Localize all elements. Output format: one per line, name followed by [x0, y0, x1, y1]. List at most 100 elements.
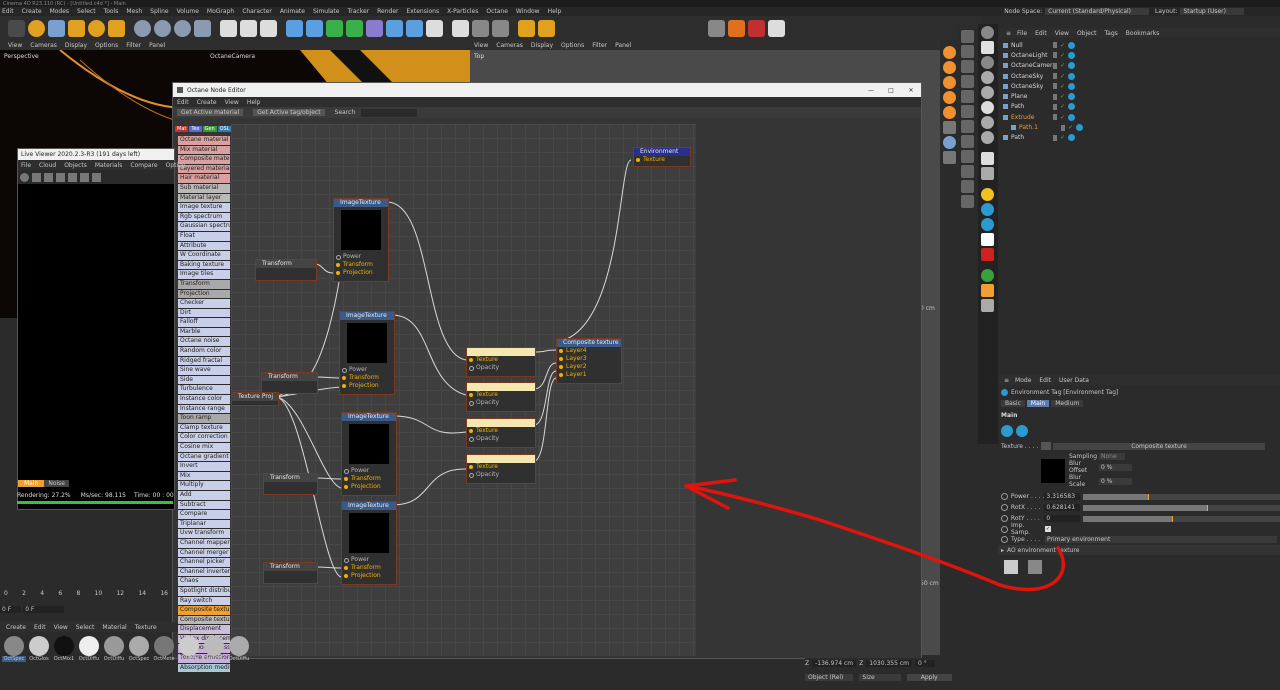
node-list-item[interactable]: Absorption medium: [178, 663, 230, 674]
material-swatch[interactable]: OctMix1: [52, 636, 76, 662]
world-coord-icon[interactable]: [194, 19, 211, 37]
y-axis-icon[interactable]: [154, 19, 171, 37]
tab-basic[interactable]: Basic: [1001, 399, 1025, 407]
rotate-icon[interactable]: [88, 19, 105, 37]
visibility-dots[interactable]: [1053, 73, 1057, 80]
grid-icon[interactable]: [961, 165, 974, 178]
material-swatch[interactable]: OctSpec: [127, 636, 151, 662]
material-menu-item-view[interactable]: View: [54, 624, 68, 631]
object-row[interactable]: Extrude ✓: [1003, 112, 1280, 122]
layer-node[interactable]: Texture Opacity: [466, 418, 536, 448]
composite-layer1-port[interactable]: Layer1: [557, 371, 621, 379]
attr-menu-item-mode[interactable]: Mode: [1015, 377, 1031, 384]
composite-layer4-port[interactable]: Layer4: [557, 347, 621, 355]
keyframe-dot[interactable]: [1001, 535, 1008, 543]
attr-menu-item-edit[interactable]: Edit: [1039, 377, 1051, 384]
projection-port[interactable]: Projection: [334, 269, 388, 277]
live-viewer-menu-item-objects[interactable]: Objects: [64, 162, 87, 169]
menu-item-simulate[interactable]: Simulate: [313, 8, 340, 15]
octane-sphere-icon[interactable]: [943, 106, 956, 119]
object-row[interactable]: OctaneLight ✓: [1003, 50, 1280, 60]
visibility-dots[interactable]: [1053, 134, 1057, 141]
object-name[interactable]: Path.1: [1019, 124, 1061, 131]
paint-icon[interactable]: [518, 19, 535, 37]
param-slider[interactable]: [1082, 504, 1280, 511]
tag-icon[interactable]: [1076, 124, 1084, 132]
material-swatch[interactable]: OctMete: [152, 636, 176, 662]
sphere-icon[interactable]: [981, 71, 994, 84]
move-icon[interactable]: [48, 19, 65, 37]
param-slider[interactable]: [1082, 515, 1280, 522]
tag-icon[interactable]: [1068, 62, 1076, 70]
octane-sphere-icon[interactable]: [943, 91, 956, 104]
layer-node[interactable]: Texture Opacity: [466, 454, 536, 484]
material-swatch[interactable]: OctDiffu: [77, 636, 101, 662]
sun-icon[interactable]: [981, 188, 994, 201]
viewport-menu-item-panel[interactable]: Panel: [149, 42, 165, 49]
material-swatch[interactable]: OctGlos: [27, 636, 51, 662]
cube-icon[interactable]: [286, 19, 303, 37]
om-menu-item-object[interactable]: Object: [1077, 30, 1097, 37]
object-name[interactable]: Path: [1011, 134, 1053, 141]
transform-port[interactable]: Transform: [340, 374, 394, 382]
object-name[interactable]: Extrude: [1011, 114, 1053, 121]
record-icon[interactable]: [981, 248, 994, 261]
material-menu-item-create[interactable]: Create: [6, 624, 26, 631]
enabled-check-icon[interactable]: ✓: [1060, 103, 1065, 110]
power-port[interactable]: Power: [340, 366, 394, 374]
sphere-icon[interactable]: [981, 116, 994, 129]
coord-mode-select[interactable]: Object (Rel): [805, 673, 854, 681]
menu-item-x-particles[interactable]: X-Particles: [447, 8, 478, 15]
param-value[interactable]: 0.628141: [1044, 504, 1080, 511]
enabled-check-icon[interactable]: ✓: [1060, 114, 1065, 121]
array-icon[interactable]: [346, 19, 363, 37]
projection-port[interactable]: Projection: [342, 483, 396, 491]
tab-main[interactable]: Main: [18, 480, 45, 487]
scatter-icon[interactable]: [981, 269, 994, 282]
image-texture-node[interactable]: ImageTexture Power Transform Projection: [339, 311, 395, 395]
lv-save-icon[interactable]: [92, 172, 101, 182]
timeline[interactable]: 0 2 4 6 8 10 12 14 16 0 F 0 F: [0, 588, 172, 618]
scale-icon[interactable]: [68, 19, 85, 37]
grid-icon[interactable]: [961, 90, 974, 103]
enabled-check-icon[interactable]: ✓: [1060, 83, 1065, 90]
layer-opacity-port[interactable]: Opacity: [467, 471, 535, 479]
layer-node[interactable]: Texture Opacity: [466, 382, 536, 412]
layer-opacity-port[interactable]: Opacity: [467, 435, 535, 443]
menu-item-edit[interactable]: Edit: [2, 8, 14, 15]
viewport-menu-item-filter[interactable]: Filter: [126, 42, 141, 49]
enabled-check-icon[interactable]: ✓: [1060, 52, 1065, 59]
half-sphere-icon[interactable]: [981, 101, 994, 114]
ao-expand-icon[interactable]: ▸: [1001, 547, 1004, 554]
tag-icon[interactable]: [1068, 72, 1076, 80]
grid-icon[interactable]: [943, 151, 956, 164]
light-plane-icon[interactable]: [981, 233, 994, 246]
object-name[interactable]: Path: [1011, 103, 1053, 110]
material-swatch[interactable]: OctSpec: [2, 636, 26, 662]
sky-icon[interactable]: [981, 203, 994, 216]
visibility-dots[interactable]: [1053, 42, 1057, 49]
keyframe-dot[interactable]: [1001, 525, 1008, 533]
xp-tools-icon[interactable]: [472, 19, 489, 37]
texture-projection-node[interactable]: Texture Proj: [231, 392, 279, 406]
octane-render-icon[interactable]: [748, 19, 765, 37]
shuffle-icon[interactable]: [981, 152, 994, 165]
layer-opacity-port[interactable]: Opacity: [467, 364, 535, 372]
live-viewer-menu-item-cloud[interactable]: Cloud: [39, 162, 56, 169]
visibility-dots[interactable]: [1053, 103, 1057, 110]
grid-icon[interactable]: [961, 135, 974, 148]
transform-node[interactable]: Transform: [255, 259, 317, 281]
keyframe-dot[interactable]: [1001, 515, 1008, 522]
enabled-check-icon[interactable]: ✓: [1060, 42, 1065, 49]
grid-icon[interactable]: [943, 121, 956, 134]
texture-value[interactable]: Composite texture: [1053, 442, 1265, 450]
imp-samp-checkbox[interactable]: ✓: [1045, 526, 1051, 532]
grid-icon[interactable]: [961, 45, 974, 58]
sampling-value[interactable]: None: [1099, 453, 1125, 460]
menu-item-modes[interactable]: Modes: [50, 8, 69, 15]
live-viewer-menu-item-option[interactable]: Option: [166, 162, 186, 169]
target-icon[interactable]: [943, 136, 956, 149]
lv-lock-icon[interactable]: [80, 172, 89, 182]
render-settings-icon[interactable]: [260, 19, 277, 37]
z-size[interactable]: 1030.355 cm: [866, 660, 912, 667]
